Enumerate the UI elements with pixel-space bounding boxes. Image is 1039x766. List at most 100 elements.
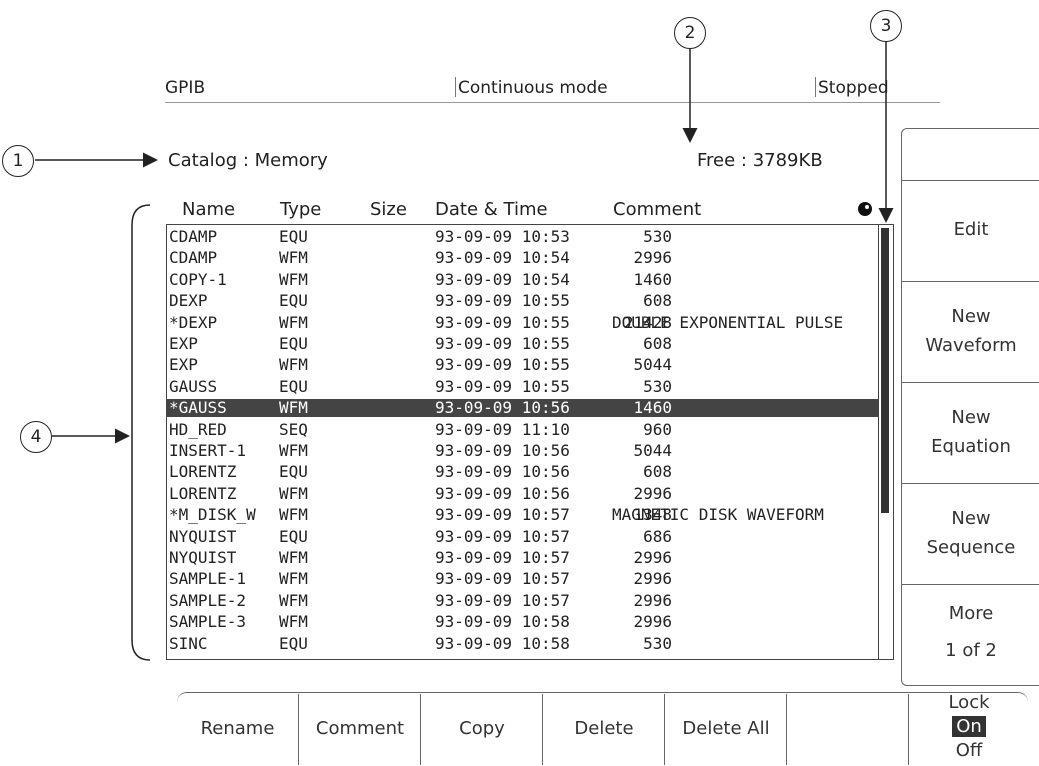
- cell-name: SINC: [169, 633, 208, 653]
- cell-datetime: 93-09-09 10:58: [435, 633, 570, 653]
- cell-datetime: 93-09-09 10:56: [435, 483, 570, 503]
- table-row[interactable]: DEXP EQU 608 93-09-09 10:55: [167, 292, 878, 310]
- status-interface: GPIB: [165, 78, 206, 98]
- delete-all-button[interactable]: Delete All: [664, 694, 787, 765]
- cell-name: LORENTZ: [169, 483, 237, 503]
- new-equation-label-2: Equation: [931, 436, 1011, 457]
- table-row[interactable]: NYQUIST EQU 686 93-09-09 10:57: [167, 527, 878, 546]
- lock-off-option[interactable]: Off: [909, 740, 1029, 761]
- table-row[interactable]: CDAMP EQU 530 93-09-09 10:53: [167, 228, 878, 246]
- lock-toggle[interactable]: Lock On Off: [908, 692, 1029, 765]
- cell-datetime: 93-09-09 10:57: [435, 590, 570, 610]
- rename-button[interactable]: Rename: [177, 694, 298, 765]
- file-list[interactable]: CDAMP EQU 530 93-09-09 10:53 CDAMP WFM 2996 93-…: [166, 224, 894, 660]
- new-sequence-label-2: Sequence: [926, 537, 1016, 558]
- edit-button[interactable]: Edit: [901, 180, 1039, 283]
- table-row[interactable]: EXP EQU 608 93-09-09 10:55: [167, 335, 878, 353]
- cell-comment: MAGNETIC DISK WAVEFORM: [612, 505, 824, 525]
- table-row[interactable]: *DEXP WFM 21428 93-09-09 10:55 DOUBLE EXPONE…: [167, 312, 878, 332]
- cell-name: HD_RED: [169, 419, 227, 439]
- table-row[interactable]: SAMPLE-3 WFM 2996 93-09-09 10:58: [167, 613, 878, 631]
- side-button-blank[interactable]: [901, 128, 1039, 182]
- cell-type: WFM: [279, 312, 308, 332]
- cell-datetime: 93-09-09 10:55: [435, 376, 570, 396]
- cell-size: 530: [643, 633, 672, 653]
- cell-name: SAMPLE-2: [169, 590, 247, 610]
- free-memory-label: Free : 3789KB: [697, 150, 823, 171]
- table-row[interactable]: LORENTZ EQU 608 93-09-09 10:56: [167, 463, 878, 481]
- scrollbar-thumb[interactable]: [881, 228, 889, 513]
- cell-type: WFM: [279, 269, 308, 289]
- copy-button[interactable]: Copy: [420, 694, 543, 765]
- cell-size: 5044: [633, 355, 672, 375]
- status-divider: [815, 77, 816, 97]
- table-row[interactable]: LORENTZ WFM 2996 93-09-09 10:56: [167, 483, 878, 503]
- callout-3: 3: [870, 10, 902, 42]
- table-row[interactable]: SAMPLE-1 WFM 2996 93-09-09 10:57: [167, 570, 878, 588]
- new-sequence-button[interactable]: New Sequence: [901, 483, 1039, 586]
- cell-size: 1460: [633, 398, 672, 418]
- table-row[interactable]: SAMPLE-2 WFM 2996 93-09-09 10:57: [167, 590, 878, 610]
- cell-size: 2996: [633, 248, 672, 268]
- cell-type: EQU: [279, 376, 308, 396]
- cell-datetime: 93-09-09 10:57: [435, 548, 570, 567]
- column-header-type[interactable]: Type: [280, 199, 321, 220]
- cell-type: WFM: [279, 569, 308, 589]
- column-header-datetime[interactable]: Date & Time: [435, 199, 548, 220]
- more-button[interactable]: More 1 of 2: [901, 584, 1039, 686]
- cell-name: GAUSS: [169, 376, 218, 396]
- table-row[interactable]: NYQUIST WFM 2996 93-09-09 10:57: [167, 549, 878, 567]
- cell-name: CDAMP: [169, 248, 218, 268]
- cell-datetime: 93-09-09 11:10: [435, 419, 570, 439]
- cell-type: EQU: [279, 291, 308, 311]
- cell-name: *GAUSS: [169, 398, 227, 418]
- status-divider: [455, 77, 456, 97]
- table-row[interactable]: EXP WFM 5044 93-09-09 10:55: [167, 356, 878, 374]
- delete-button[interactable]: Delete: [542, 694, 665, 765]
- delete-all-label: Delete All: [682, 718, 770, 739]
- callout-1: 1: [2, 145, 34, 177]
- cell-name: CDAMP: [169, 227, 218, 246]
- callout-4: 4: [20, 421, 52, 453]
- status-underline: [165, 102, 940, 103]
- bottom-button-blank[interactable]: [786, 694, 909, 765]
- disk-icon: [858, 202, 872, 216]
- cell-type: EQU: [279, 227, 308, 246]
- new-sequence-label-1: New: [951, 508, 991, 529]
- cell-name: NYQUIST: [169, 548, 237, 567]
- cell-type: EQU: [279, 633, 308, 653]
- new-equation-label-1: New: [951, 407, 991, 428]
- new-waveform-label-2: Waveform: [925, 335, 1017, 356]
- cell-type: EQU: [279, 334, 308, 353]
- cell-datetime: 93-09-09 10:54: [435, 269, 570, 289]
- new-equation-button[interactable]: New Equation: [901, 382, 1039, 485]
- column-header-comment[interactable]: Comment: [613, 199, 701, 220]
- cell-size: 5044: [633, 441, 672, 460]
- new-waveform-button[interactable]: New Waveform: [901, 281, 1039, 384]
- table-row-selected[interactable]: *GAUSS WFM 1460 93-09-09 10:56: [167, 398, 878, 418]
- cell-name: SAMPLE-1: [169, 569, 247, 589]
- lock-on-option[interactable]: On: [952, 716, 986, 737]
- table-row[interactable]: INSERT-1 WFM 5044 93-09-09 10:56: [167, 442, 878, 460]
- table-row[interactable]: *M_DISK_W WFM 1348 93-09-09 10:57 MAGNETIC D…: [167, 506, 878, 524]
- cell-name: SAMPLE-3: [169, 612, 247, 632]
- cell-datetime: 93-09-09 10:56: [435, 398, 570, 418]
- comment-button[interactable]: Comment: [298, 694, 421, 765]
- table-row[interactable]: GAUSS EQU 530 93-09-09 10:55: [167, 376, 878, 396]
- status-state: Stopped: [818, 78, 889, 98]
- cell-size: 2996: [633, 548, 672, 567]
- cell-datetime: 93-09-09 10:56: [435, 462, 570, 482]
- table-row[interactable]: CDAMP WFM 2996 93-09-09 10:54: [167, 249, 878, 267]
- cell-type: WFM: [279, 483, 308, 503]
- table-row[interactable]: HD_RED SEQ 960 93-09-09 11:10: [167, 419, 878, 439]
- cell-name: INSERT-1: [169, 441, 247, 460]
- new-waveform-label-1: New: [951, 306, 991, 327]
- table-row[interactable]: SINC EQU 530 93-09-09 10:58: [167, 633, 878, 653]
- cell-name: DEXP: [169, 291, 208, 311]
- cell-datetime: 93-09-09 10:55: [435, 291, 570, 311]
- table-row[interactable]: COPY-1 WFM 1460 93-09-09 10:54: [167, 269, 878, 289]
- cell-name: COPY-1: [169, 269, 227, 289]
- column-header-name[interactable]: Name: [182, 199, 235, 220]
- column-header-size[interactable]: Size: [370, 199, 407, 220]
- cell-type: WFM: [279, 441, 308, 460]
